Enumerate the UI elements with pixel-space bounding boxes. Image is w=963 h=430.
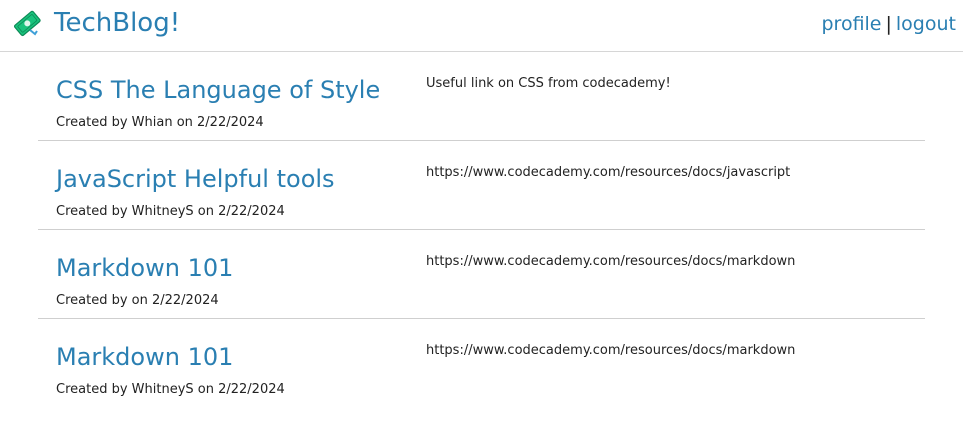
post-content: https://www.codecademy.com/resources/doc… bbox=[426, 165, 791, 180]
post-list: CSS The Language of Style Created by Whi… bbox=[38, 52, 925, 408]
header-nav: profile | logout bbox=[821, 11, 956, 37]
profile-link[interactable]: profile bbox=[821, 13, 881, 35]
post-item: CSS The Language of Style Created by Whi… bbox=[38, 52, 925, 141]
post-content: https://www.codecademy.com/resources/doc… bbox=[426, 343, 796, 358]
post-meta: Created by WhitneyS on 2/22/2024 bbox=[56, 382, 285, 397]
post-title-link[interactable]: Markdown 101 bbox=[56, 341, 233, 373]
post-item: Markdown 101 Created by on 2/22/2024 htt… bbox=[38, 230, 925, 319]
nav-separator: | bbox=[885, 13, 892, 35]
logout-link[interactable]: logout bbox=[896, 13, 956, 35]
site-title: TechBlog! bbox=[54, 8, 181, 38]
post-meta: Created by Whian on 2/22/2024 bbox=[56, 115, 264, 130]
post-item: JavaScript Helpful tools Created by Whit… bbox=[38, 141, 925, 230]
post-title-link[interactable]: CSS The Language of Style bbox=[56, 74, 380, 106]
money-bill-icon bbox=[12, 8, 42, 38]
post-meta: Created by WhitneyS on 2/22/2024 bbox=[56, 204, 285, 219]
post-meta: Created by on 2/22/2024 bbox=[56, 293, 219, 308]
post-title-link[interactable]: Markdown 101 bbox=[56, 252, 233, 284]
home-link[interactable]: TechBlog! bbox=[12, 6, 180, 40]
post-content: Useful link on CSS from codecademy! bbox=[426, 76, 671, 91]
post-item: Markdown 101 Created by WhitneyS on 2/22… bbox=[38, 319, 925, 408]
post-title-link[interactable]: JavaScript Helpful tools bbox=[56, 163, 335, 195]
post-content: https://www.codecademy.com/resources/doc… bbox=[426, 254, 796, 269]
site-header: TechBlog! profile | logout bbox=[0, 0, 963, 52]
